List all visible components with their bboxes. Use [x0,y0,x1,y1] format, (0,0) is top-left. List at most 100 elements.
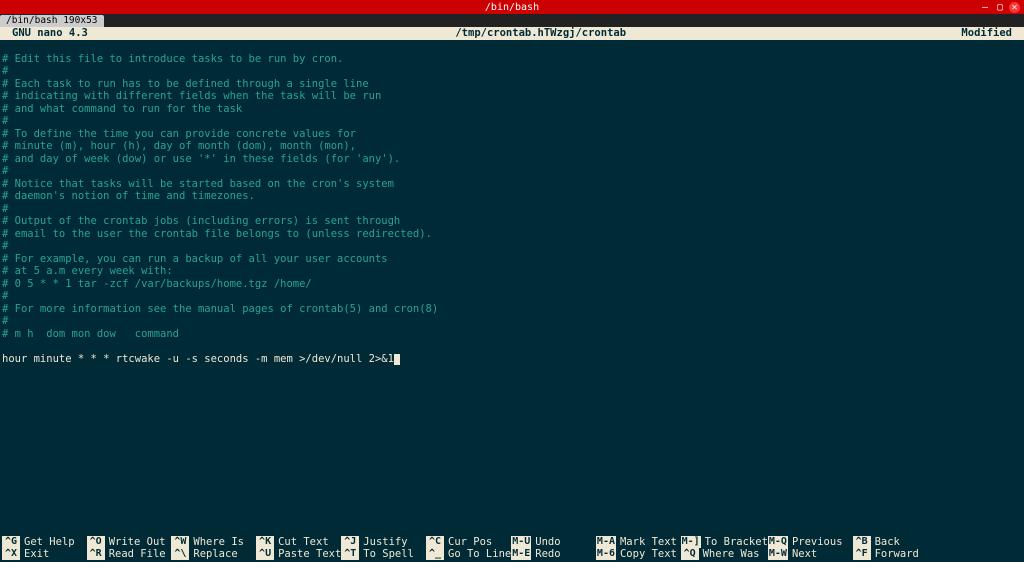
shortcut-cut-text[interactable]: ^KCut Text [256,536,341,548]
nano-app-name: GNU nano 4.3 [0,27,120,40]
nano-filename: /tmp/crontab.hTWzgj/crontab [120,27,961,40]
shortcut-where-is[interactable]: ^W Where Is [171,536,256,548]
shortcut-back[interactable]: ^B Back [853,536,938,548]
shortcut-to-bracket[interactable]: M-] To Bracket [681,536,768,548]
shortcut-label: Mark Text [620,536,677,548]
window-title: /bin/bash [485,2,539,13]
tab-bar: /bin/bash 190x53 [0,14,1024,27]
shortcut-paste-text[interactable]: ^U Paste Text [256,548,341,560]
comment-line: # email to the user the crontab file bel… [2,228,432,240]
comment-line: # indicating with different fields when … [2,90,381,102]
shortcut-key: ^_ [426,548,444,560]
comment-line: # [2,240,8,252]
shortcut-write-out[interactable]: ^O Write Out [87,536,172,548]
shortcut-label: Cur Pos [448,536,492,548]
shortcut-label: Where Is [193,536,244,548]
user-cron-line: hour minute * * * rtcwake -u -s seconds … [2,353,394,365]
shortcut-key: ^F [853,548,871,560]
tab-label: /bin/bash 190x53 [6,15,98,26]
comment-line: # [2,315,8,327]
shortcut-label: Go To Line [448,548,511,560]
shortcut-label: To Spell [363,548,414,560]
comment-line: # [2,115,8,127]
shortcut-key: ^X [2,548,20,560]
shortcut-replace[interactable]: ^\ Replace [171,548,256,560]
comment-line: # Output of the crontab jobs (including … [2,215,400,227]
shortcut-key: ^W [171,536,189,548]
comment-line: # and what command to run for the task [2,103,242,115]
comment-line: # Each task to run has to be defined thr… [2,78,369,90]
shortcut-label: Replace [193,548,237,560]
shortcut-key: M-U [511,536,531,548]
comment-line: # minute (m), hour (h), day of month (do… [2,140,356,152]
shortcut-previous[interactable]: M-QPrevious [768,536,853,548]
comment-line: # m h dom mon dow command [2,328,179,340]
shortcut-label: Write Out [109,536,166,548]
shortcut-forward[interactable]: ^F Forward [853,548,938,560]
maximize-icon[interactable]: ▢ [994,1,1006,13]
comment-line: # To define the time you can provide con… [2,128,356,140]
terminal-tab[interactable]: /bin/bash 190x53 [0,15,104,27]
shortcut-undo[interactable]: M-U Undo [511,536,596,548]
shortcut-label: Next [792,548,817,560]
shortcut-go-to-line[interactable]: ^_ Go To Line [426,548,511,560]
editor-content[interactable]: # Edit this file to introduce tasks to b… [0,40,1024,365]
shortcut-key: M-W [768,548,788,560]
shortcut-key: ^O [87,536,105,548]
shortcut-key: M-Q [768,536,788,548]
window-controls: — ▢ ✕ [979,1,1020,13]
nano-modified-status: Modified [961,27,1024,40]
shortcut-label: To Bracket [705,536,768,548]
shortcut-key: ^B [853,536,871,548]
shortcut-to-spell[interactable]: ^T To Spell [341,548,426,560]
shortcut-exit[interactable]: ^X Exit [2,548,87,560]
shortcut-next[interactable]: M-W Next [768,548,853,560]
close-icon[interactable]: ✕ [1009,2,1020,13]
shortcut-key: ^\ [171,548,189,560]
shortcut-label: Back [875,536,900,548]
shortcut-label: Redo [535,548,560,560]
comment-line: # at 5 a.m every week with: [2,265,173,277]
shortcut-label: Read File [109,548,166,560]
comment-line: # For example, you can run a backup of a… [2,253,388,265]
shortcut-copy-text[interactable]: M-6Copy Text [596,548,681,560]
comment-line: # and day of week (dow) or use '*' in th… [2,153,400,165]
shortcut-key: ^U [256,548,274,560]
shortcut-label: Copy Text [620,548,677,560]
shortcut-key: ^T [341,548,359,560]
comment-line: # [2,203,8,215]
comment-line: # 0 5 * * 1 tar -zcf /var/backups/home.t… [2,278,312,290]
nano-titlebar: GNU nano 4.3 /tmp/crontab.hTWzgj/crontab… [0,27,1024,40]
comment-line: # [2,65,8,77]
minimize-icon[interactable]: — [979,1,991,13]
shortcut-key: M-A [596,536,616,548]
shortcut-label: Get Help [24,536,75,548]
shortcut-key: M-E [511,548,531,560]
shortcut-label: Where Was [703,548,760,560]
shortcut-key: M-] [681,536,701,548]
comment-line: # daemon's notion of time and timezones. [2,190,255,202]
shortcut-key: ^J [341,536,359,548]
shortcut-key: ^K [256,536,274,548]
comment-line: # Notice that tasks will be started base… [2,178,394,190]
comment-line: # For more information see the manual pa… [2,303,438,315]
shortcut-key: ^R [87,548,105,560]
shortcut-bar: ^G Get Help ^X Exit ^O Write Out ^R Read Fil… [0,536,1024,562]
shortcut-read-file[interactable]: ^R Read File [87,548,172,560]
shortcut-justify[interactable]: ^J Justify [341,536,426,548]
shortcut-mark-text[interactable]: M-A Mark Text [596,536,681,548]
shortcut-label: Paste Text [278,548,341,560]
shortcut-where-was[interactable]: ^QWhere Was [681,548,768,560]
window-titlebar: /bin/bash — ▢ ✕ [0,0,1024,14]
shortcut-label: Exit [24,548,49,560]
shortcut-redo[interactable]: M-E Redo [511,548,596,560]
shortcut-label: Justify [363,536,407,548]
shortcut-label: Undo [535,536,560,548]
shortcut-cur-pos[interactable]: ^C Cur Pos [426,536,511,548]
shortcut-key: ^G [2,536,20,548]
shortcut-key: ^C [426,536,444,548]
shortcut-get-help[interactable]: ^G Get Help [2,536,87,548]
comment-line: # [2,290,8,302]
shortcut-label: Forward [875,548,919,560]
comment-line: # [2,165,8,177]
